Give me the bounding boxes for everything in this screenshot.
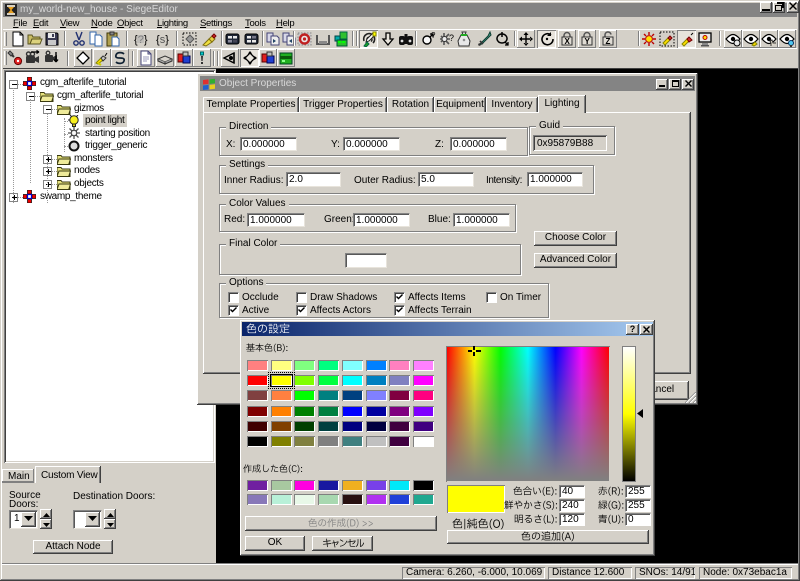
svg-text:X: X <box>565 37 571 46</box>
svg-text:Y: Y <box>585 37 591 46</box>
svg-text:Z: Z <box>606 37 611 46</box>
svg-text:{s}: {s} <box>156 34 169 46</box>
svg-text:?: ? <box>431 31 436 40</box>
svg-text:?: ? <box>449 33 454 43</box>
